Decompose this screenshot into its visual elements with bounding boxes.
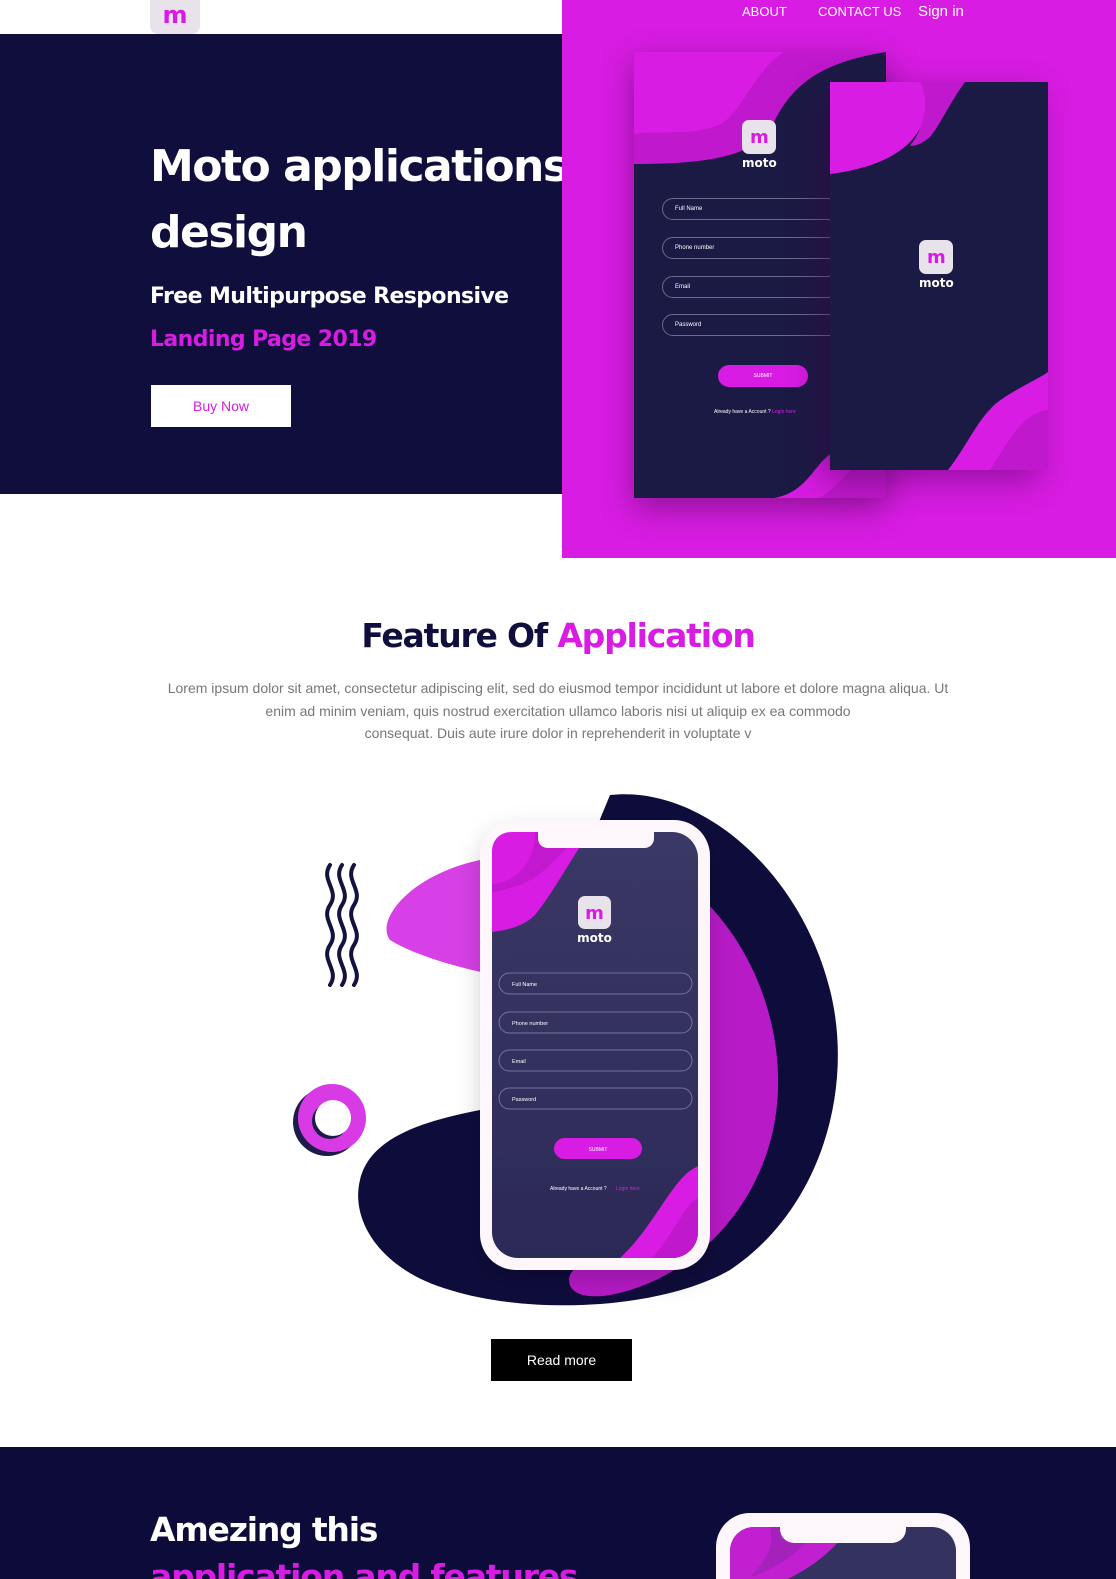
phone-fullname-label: Full Name [512,982,537,988]
mockup-logo: m moto [742,120,777,170]
hero-title: Moto applications design [150,134,570,266]
phone-email-label: Email [512,1059,526,1065]
phone-logo-letter: m [585,903,604,924]
features-text-line2: enim ad minim veniam, quis nostrud exerc… [265,702,851,719]
phone-login-text: Already have a Account ? [550,1186,607,1192]
buy-now-button[interactable]: Buy Now [151,385,291,427]
mockup-logo-word: moto [742,156,777,170]
features-description: Lorem ipsum dolor sit amet, consectetur … [150,677,966,745]
features-title-accent: Application [557,616,755,655]
splash-logo-word: moto [919,276,954,290]
hero-title-line2: design [150,207,308,258]
hero-subtitle: Free Multipurpose Responsive [150,284,509,309]
nav-contact-link[interactable]: CONTACT US [818,4,901,19]
splash-logo-tile: m [919,240,954,274]
logo-letter: m [162,1,188,29]
top-wave-shape [830,82,965,174]
phone-logo-word: moto [577,931,612,945]
amazing-features-section: Amezing this application and features [0,1447,1116,1579]
hero-title-line1: Moto applications [150,141,569,192]
splash-logo: m moto [919,240,954,290]
hero-subtitle-accent: Landing Page 2019 [150,327,377,352]
nav-about-link[interactable]: ABOUT [742,4,787,19]
phone-phone-label: Phone number [512,1021,548,1027]
top-nav: ABOUT CONTACT US Sign in [562,2,1116,26]
bottom-phone-notch [780,1513,906,1543]
mockup-submit-button: SUBMIT [718,365,808,387]
mockup-logo-tile: m [742,120,777,154]
bottom-phone-mockup [716,1513,970,1579]
phone-notch [538,832,654,848]
amazing-title-accent: application and features [150,1557,579,1579]
phone-submit-label: SUBMIT [589,1147,608,1153]
splash-screen-mockup: m moto [830,82,1048,470]
nav-signin-link[interactable]: Sign in [918,3,964,20]
mockup-login-hint: Already have a Account ? Login here [714,409,796,415]
features-text-line1: Lorem ipsum dolor sit amet, consectetur … [167,680,949,696]
bottom-wave-shape [948,372,1048,470]
hero-mockup-panel: ABOUT CONTACT US Sign in m moto Full Nam… [562,0,1116,558]
read-more-button[interactable]: Read more [491,1339,632,1381]
mockup-login-text: Already have a Account ? [714,409,771,415]
phone-password-label: Password [512,1097,536,1103]
squiggle-lines-shape [325,863,359,987]
features-title: Feature Of Application [0,616,1116,655]
logo[interactable]: m [150,0,200,34]
mockup-login-link: Login here [772,409,796,415]
features-title-main: Feature Of [361,616,548,655]
amazing-title: Amezing this [150,1510,378,1549]
ring-shape [293,1084,366,1156]
features-text-line3: consequat. Duis aute irure dolor in repr… [364,725,752,741]
app-illustration: m moto Full Name Phone number Email Pass… [293,794,838,1306]
phone-login-link: Login here [616,1186,640,1192]
